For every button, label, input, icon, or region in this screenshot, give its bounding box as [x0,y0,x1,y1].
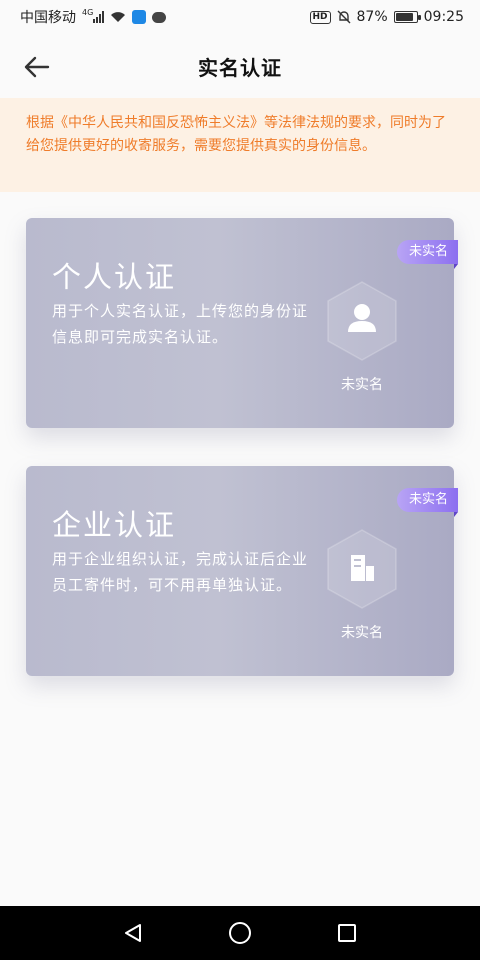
personal-verification-card[interactable]: 未实名 个人认证 用于个人实名认证，上传您的身份证信息即可完成实名认证。 未实名 [26,218,459,428]
hd-icon: HD [309,10,331,24]
battery-percent: 87% [356,9,388,25]
home-circle-icon [228,922,251,944]
signal-icon: 4G [82,7,105,23]
back-triangle-icon [125,924,142,942]
battery-icon [393,11,421,23]
system-nav-bar [0,906,480,960]
back-button[interactable] [22,52,52,82]
person-icon [326,280,398,362]
nav-recents-button[interactable] [327,913,367,953]
battery-fill [395,13,413,21]
carrier-label: 中国移动 [20,10,76,26]
arrow-left-icon [24,56,50,78]
network-type-label: 4G [82,7,94,17]
mute-icon [337,10,351,24]
card-title: 企业认证 [52,508,177,542]
unverified-tag: 未实名 [396,488,459,517]
status-right: HD 87% 09:25 [309,9,464,25]
header: 实名认证 [0,34,480,98]
app-notification-icon [132,10,147,24]
clock: 09:25 [423,9,464,25]
wifi-icon [110,11,126,23]
nav-home-button[interactable] [220,913,260,953]
verification-status: 未实名 [341,625,383,641]
message-icon [152,11,167,23]
building-icon [326,528,398,610]
enterprise-verification-card[interactable]: 未实名 企业认证 用于企业组织认证，完成认证后企业员工寄件时，可不用再单独认证。… [26,466,459,676]
card-title: 个人认证 [52,260,177,294]
recents-square-icon [337,924,356,942]
unverified-tag: 未实名 [396,240,459,269]
card-description: 用于个人实名认证，上传您的身份证信息即可完成实名认证。 [52,302,309,346]
status-bar: 中国移动 4G HD 87% 09:25 [0,0,480,34]
page-title: 实名认证 [198,55,282,80]
card-description: 用于企业组织认证，完成认证后企业员工寄件时，可不用再单独认证。 [52,550,309,594]
nav-back-button[interactable] [113,913,153,953]
notice-banner: 根据《中华人民共和国反恐怖主义法》等法律法规的要求，同时为了给您提供更好的收寄服… [0,98,480,192]
status-left: 中国移动 4G [20,7,167,27]
verification-status: 未实名 [341,377,383,393]
